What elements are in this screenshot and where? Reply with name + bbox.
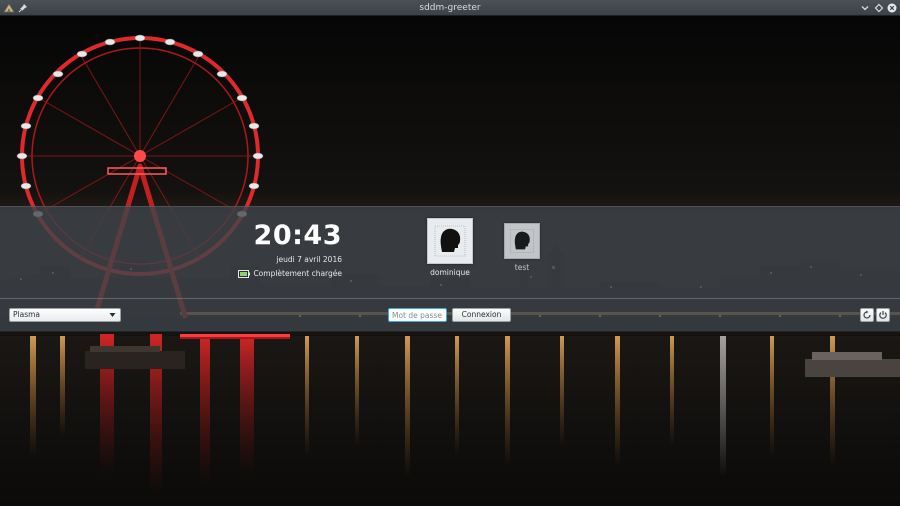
diamond-icon[interactable]	[874, 3, 884, 13]
close-icon[interactable]	[887, 3, 897, 13]
caret-down-icon	[109, 313, 116, 317]
user-test[interactable]: test	[496, 223, 548, 272]
user-silhouette-icon	[434, 225, 466, 257]
panel-divider	[0, 298, 900, 299]
password-input[interactable]	[388, 308, 447, 322]
user-name: test	[514, 263, 530, 272]
session-select-value: Plasma	[13, 310, 41, 319]
power-icon	[879, 311, 887, 319]
battery-icon	[238, 270, 251, 278]
window-titlebar[interactable]: sddm-greeter	[0, 0, 900, 16]
battery-status: Complètement chargée	[200, 268, 342, 280]
user-name: dominique	[430, 268, 470, 277]
avatar[interactable]	[427, 218, 473, 264]
user-dominique[interactable]: dominique	[420, 218, 480, 277]
clock-time: 20:43	[253, 220, 342, 251]
window-title: sddm-greeter	[419, 3, 481, 13]
session-select[interactable]: Plasma	[9, 308, 121, 322]
clock-date: jeudi 7 avril 2016	[276, 255, 342, 264]
reboot-icon	[863, 310, 871, 319]
avatar[interactable]	[504, 223, 540, 259]
reboot-button[interactable]	[860, 308, 874, 322]
user-silhouette-icon	[510, 229, 534, 253]
login-button[interactable]: Connexion	[452, 308, 511, 322]
battery-status-label: Complètement chargée	[253, 269, 342, 278]
shutdown-button[interactable]	[876, 308, 890, 322]
chevron-down-icon[interactable]	[860, 3, 870, 13]
